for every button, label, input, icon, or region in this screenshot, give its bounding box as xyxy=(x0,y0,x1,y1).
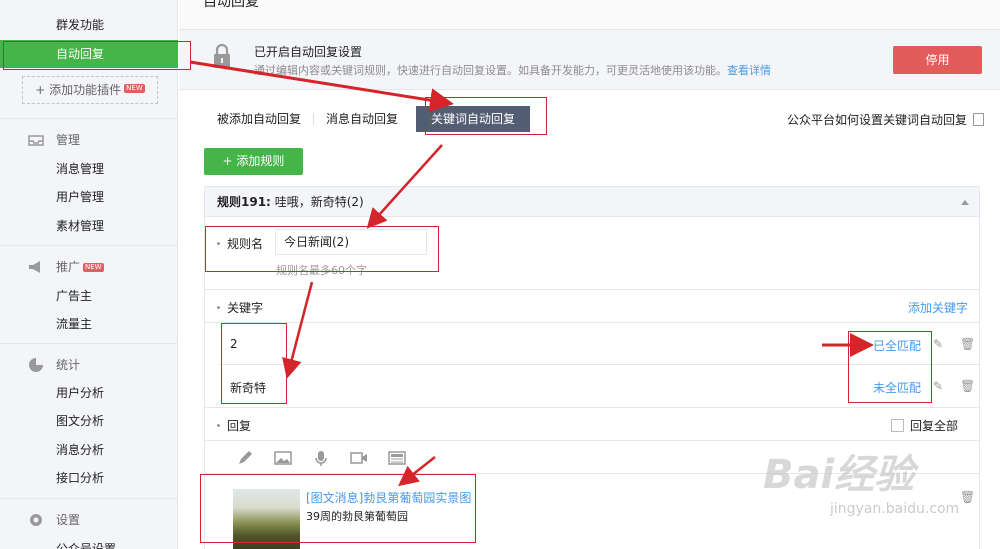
document-icon xyxy=(973,113,985,126)
watermark-logo: Bai经验 xyxy=(763,452,915,498)
annotation-box xyxy=(205,226,439,272)
sidebar-item-api-analysis[interactable]: 接口分析 xyxy=(0,464,178,492)
annotation-box xyxy=(3,41,191,70)
sidebar-item-account-settings[interactable]: 公众号设置 xyxy=(0,535,178,549)
divider xyxy=(0,498,178,499)
plus-icon: + xyxy=(222,154,237,168)
delete-icon[interactable]: 🗑 xyxy=(960,338,975,350)
reply-all-label: 回复全部 xyxy=(910,419,959,433)
lock-icon xyxy=(214,43,230,68)
video-icon[interactable] xyxy=(349,450,369,466)
add-rule-label: 添加规则 xyxy=(236,154,285,168)
bullet-icon xyxy=(217,424,220,427)
divider xyxy=(205,289,979,290)
plus-icon: + xyxy=(35,83,50,97)
sidebar-group-title: 管理 xyxy=(56,133,81,147)
bullet-icon xyxy=(217,306,220,309)
reply-label: 回复 xyxy=(217,417,251,434)
new-badge: NEW xyxy=(124,84,145,93)
divider xyxy=(205,322,979,323)
rule-summary: 哇哦，新奇特(2) xyxy=(274,195,364,209)
sidebar-item-user-analysis[interactable]: 用户分析 xyxy=(0,379,178,407)
edit-icon[interactable]: ✎ xyxy=(933,338,945,350)
status-panel: 已开启自动回复设置 通过编辑内容或关键词规则，快速进行自动回复设置。如具备开发能… xyxy=(179,30,1000,90)
annotation-box xyxy=(848,331,932,403)
sidebar-group-promote: 推广 NEW xyxy=(28,257,104,277)
divider xyxy=(0,245,178,246)
rule-header[interactable]: 规则191: 哇哦，新奇特(2) xyxy=(205,187,979,217)
status-description: 通过编辑内容或关键词规则，快速进行自动回复设置。如具备开发能力，可更灵活地使用该… xyxy=(254,62,771,78)
megaphone-icon xyxy=(29,261,40,273)
gear-icon xyxy=(30,514,42,526)
add-plugin-button[interactable]: + 添加功能插件 NEW xyxy=(22,76,158,104)
delete-icon[interactable]: 🗑 xyxy=(960,491,975,503)
divider xyxy=(0,343,178,344)
watermark-url: jingyan.baidu.com xyxy=(830,501,960,517)
sidebar: 群发功能 自动回复 + 添加功能插件 NEW 管理 消息管理 用户管理 素材管理 … xyxy=(0,0,178,549)
sidebar-item-users[interactable]: 用户管理 xyxy=(0,183,178,211)
add-rule-button[interactable]: + 添加规则 xyxy=(204,148,303,175)
divider xyxy=(205,407,979,408)
rule-number: 规则191: xyxy=(217,195,271,209)
keyword-label-text: 关键字 xyxy=(227,301,264,315)
annotation-box xyxy=(425,97,547,135)
tab-added-reply[interactable]: 被添加自动回复 xyxy=(205,106,313,132)
image-icon[interactable] xyxy=(273,450,293,466)
sidebar-group-settings: 设置 xyxy=(28,510,80,530)
sidebar-group-title: 统计 xyxy=(56,358,81,372)
delete-icon[interactable]: 🗑 xyxy=(960,380,975,392)
inbox-icon xyxy=(28,135,44,146)
page-header: 自动回复 xyxy=(179,0,1000,30)
text-edit-icon[interactable] xyxy=(235,450,255,466)
divider xyxy=(0,118,178,119)
sidebar-item-messages[interactable]: 消息管理 xyxy=(0,155,178,183)
disable-button[interactable]: 停用 xyxy=(893,46,982,74)
news-icon[interactable] xyxy=(387,450,407,466)
reply-all-checkbox[interactable] xyxy=(891,419,904,432)
keyword-label: 关键字 xyxy=(217,299,263,316)
annotation-box xyxy=(221,323,287,404)
sidebar-group-stats: 统计 xyxy=(28,355,80,375)
sidebar-group-title: 推广 xyxy=(56,260,81,274)
new-badge: NEW xyxy=(83,262,104,272)
status-title: 已开启自动回复设置 xyxy=(254,45,363,59)
reply-all-option[interactable]: 回复全部 xyxy=(891,417,958,434)
edit-icon[interactable]: ✎ xyxy=(933,380,945,392)
reply-type-toolbar xyxy=(235,450,425,466)
page-title: 自动回复 xyxy=(203,0,259,10)
sidebar-group-manage: 管理 xyxy=(28,130,80,150)
tab-message-reply[interactable]: 消息自动回复 xyxy=(314,106,410,132)
collapse-icon[interactable] xyxy=(961,200,969,205)
details-link[interactable]: 查看详情 xyxy=(727,64,771,77)
help-link-label: 公众平台如何设置关键词自动回复 xyxy=(787,113,968,127)
sidebar-group-title: 设置 xyxy=(56,513,81,527)
help-link[interactable]: 公众平台如何设置关键词自动回复 xyxy=(787,111,985,128)
add-plugin-label: 添加功能插件 xyxy=(49,83,122,97)
sidebar-item-mass-send[interactable]: 群发功能 xyxy=(0,11,178,39)
sidebar-item-publisher[interactable]: 流量主 xyxy=(0,310,178,338)
sidebar-item-message-analysis[interactable]: 消息分析 xyxy=(0,436,178,464)
sidebar-item-news-analysis[interactable]: 图文分析 xyxy=(0,407,178,435)
sidebar-item-advertiser[interactable]: 广告主 xyxy=(0,282,178,310)
status-desc-text: 通过编辑内容或关键词规则，快速进行自动回复设置。如具备开发能力，可更灵活地使用该… xyxy=(254,64,727,77)
divider xyxy=(205,440,979,441)
pie-chart-icon xyxy=(29,358,43,372)
microphone-icon[interactable] xyxy=(311,450,331,466)
add-keyword-link[interactable]: 添加关键字 xyxy=(908,299,968,316)
reply-label-text: 回复 xyxy=(227,419,252,433)
sidebar-item-materials[interactable]: 素材管理 xyxy=(0,212,178,240)
annotation-box xyxy=(200,474,476,543)
